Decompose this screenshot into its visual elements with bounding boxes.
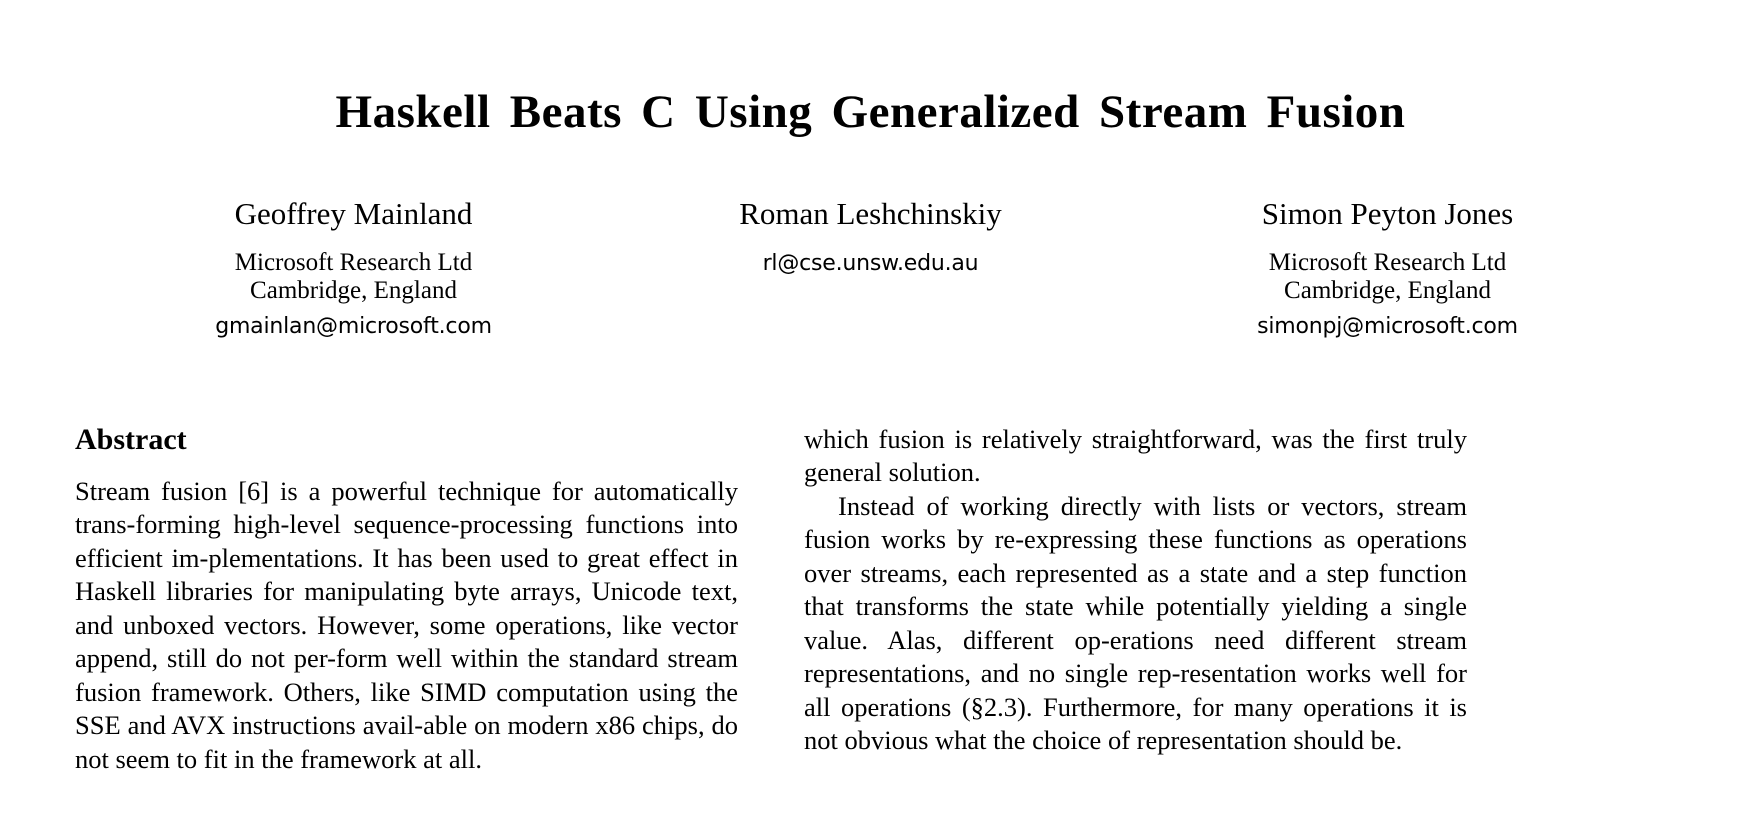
paper-page: Haskell Beats C Using Generalized Stream… xyxy=(0,0,1741,837)
author-name: Geoffrey Mainland xyxy=(234,196,473,232)
author-affiliation-line1: Microsoft Research Ltd xyxy=(234,249,473,277)
author-name: Roman Leshchinskiy xyxy=(739,196,1002,232)
author-email: gmainlan@microsoft.com xyxy=(215,314,492,340)
page-title: Haskell Beats C Using Generalized Stream… xyxy=(335,86,1406,138)
right-column: which fusion is relatively straightforwa… xyxy=(804,423,1467,777)
left-column: Abstract Stream fusion [6] is a powerful… xyxy=(75,423,738,777)
author-email: simonpj@microsoft.com xyxy=(1257,314,1518,340)
continued-paragraph: which fusion is relatively straightforwa… xyxy=(804,423,1467,488)
author-email: rl@cse.unsw.edu.au xyxy=(762,251,979,277)
author-column-1: Geoffrey Mainland Microsoft Research Ltd… xyxy=(95,197,612,340)
author-column-2: Roman Leshchinskiy rl@cse.unsw.edu.au xyxy=(612,197,1129,340)
body-columns: Abstract Stream fusion [6] is a powerful… xyxy=(75,423,1666,777)
author-affiliation-line2: Cambridge, England xyxy=(1284,277,1491,305)
abstract-paragraph: Stream fusion [6] is a powerful techniqu… xyxy=(75,475,738,774)
author-block: Geoffrey Mainland Microsoft Research Ltd… xyxy=(75,197,1666,340)
author-affiliation-line2: Cambridge, England xyxy=(250,277,457,305)
stream-fusion-paragraph: Instead of working directly with lists o… xyxy=(804,490,1467,756)
author-column-3: Simon Peyton Jones Microsoft Research Lt… xyxy=(1129,197,1646,340)
author-affiliation-line1: Microsoft Research Ltd xyxy=(1268,249,1507,277)
abstract-heading: Abstract xyxy=(75,422,187,456)
author-name: Simon Peyton Jones xyxy=(1261,196,1514,232)
